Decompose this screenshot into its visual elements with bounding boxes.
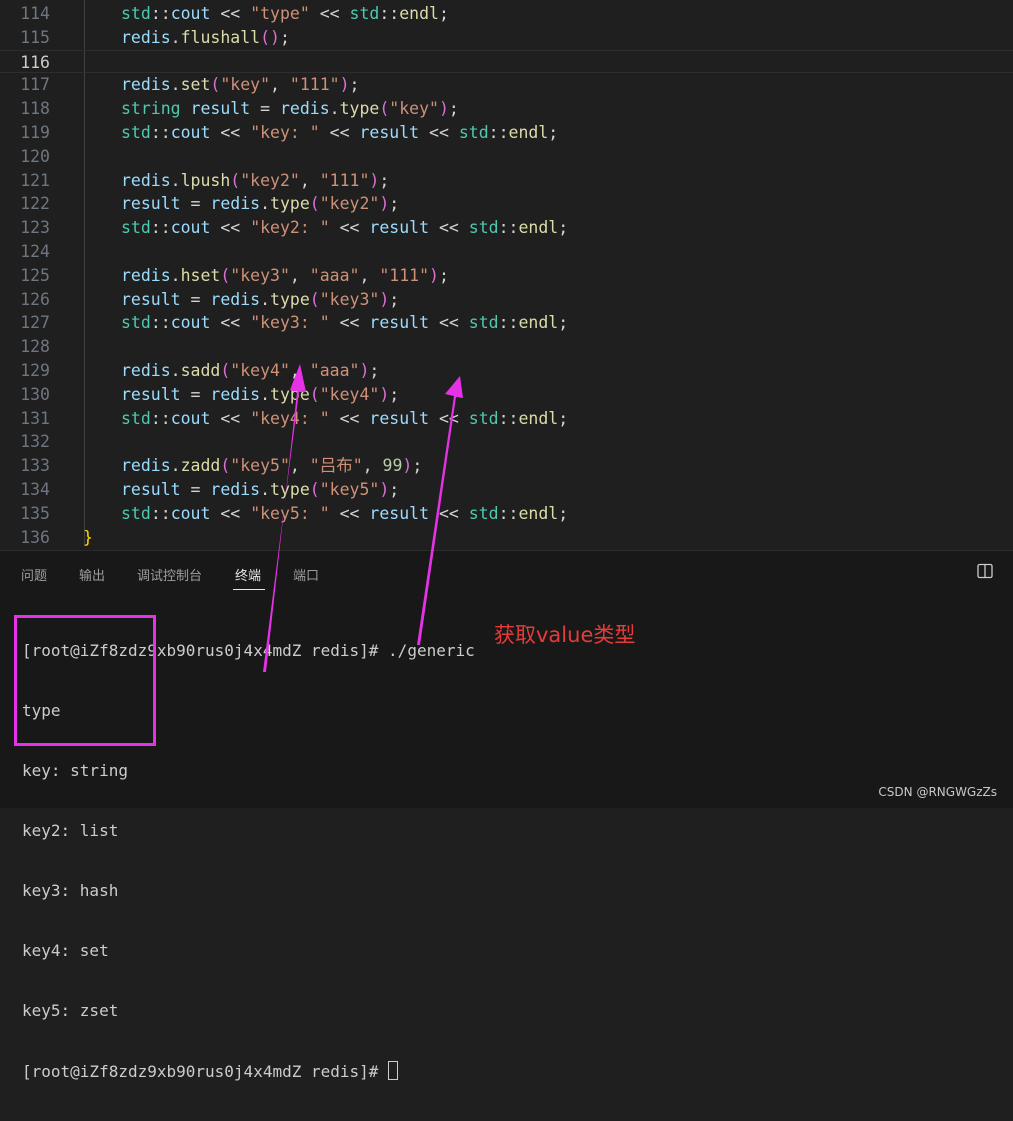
- annotation-arrow: [417, 376, 463, 645]
- terminal-cursor: [388, 1061, 399, 1080]
- annotation-arrow: [263, 364, 306, 672]
- terminal-prompt-line[interactable]: [root@iZf8zdz9xb90rus0j4x4mdZ redis]#: [22, 1061, 475, 1081]
- terminal-prompt: [root@iZf8zdz9xb90rus0j4x4mdZ redis]#: [22, 1062, 389, 1081]
- terminal-output-line: key2: list: [22, 821, 119, 840]
- terminal-output-line: key4: set: [22, 941, 109, 960]
- watermark: CSDN @RNGWGzZs: [878, 785, 997, 799]
- annotation-arrows: [263, 364, 463, 672]
- terminal-output-line: key3: hash: [22, 881, 119, 900]
- terminal-output-line: key5: zset: [22, 1001, 119, 1020]
